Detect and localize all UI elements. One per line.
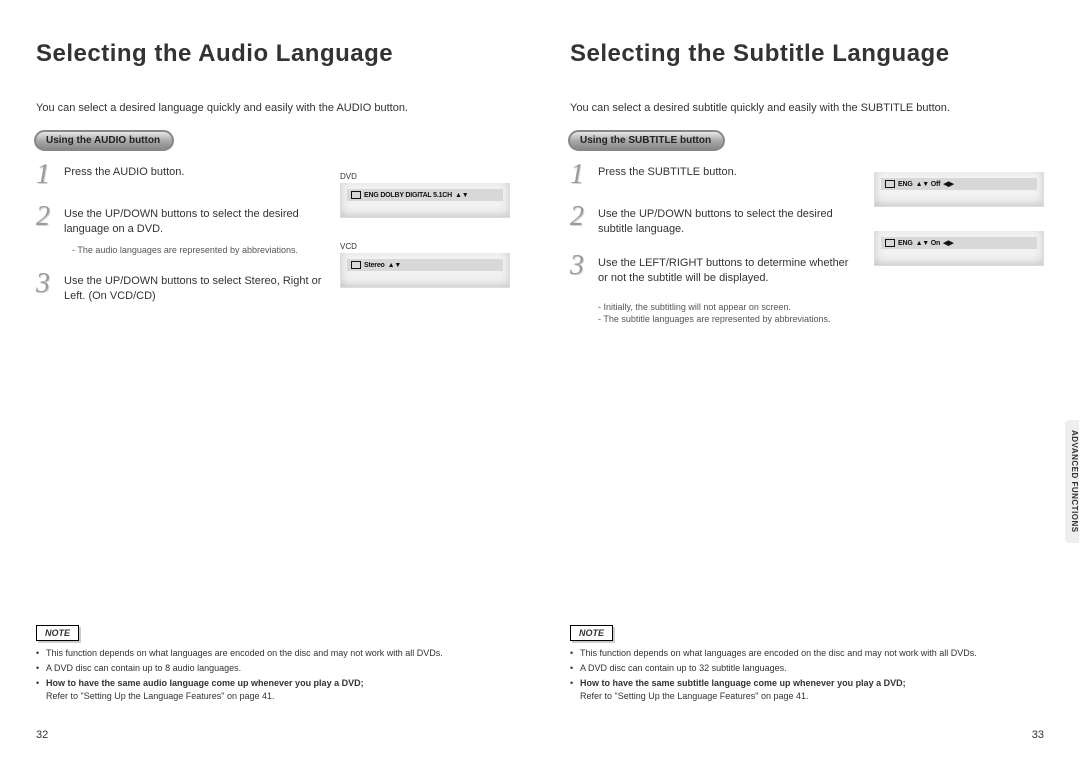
- osd-bar-off: ENG ▲▼ Off ◀▶: [881, 178, 1037, 190]
- page-number-left: 32: [36, 729, 48, 741]
- substeps-right: - Initially, the subtitling will not app…: [598, 301, 860, 325]
- note-label: NOTE: [570, 625, 613, 641]
- note-item: How to have the same audio language come…: [46, 677, 364, 703]
- note-item: How to have the same subtitle language c…: [580, 677, 906, 703]
- leftright-icon: ◀▶: [943, 239, 953, 247]
- note-list: •This function depends on what languages…: [570, 647, 1044, 703]
- note-item: A DVD disc can contain up to 8 audio lan…: [46, 662, 241, 675]
- subtitle-icon: [885, 180, 895, 188]
- screen-label-vcd: VCD: [340, 242, 510, 251]
- screen-sub-on: ENG ▲▼ On ◀▶: [874, 231, 1044, 266]
- speaker-icon: [351, 261, 361, 269]
- steps-col-left: 1 Press the AUDIO button. 2 Use the UP/D…: [36, 161, 326, 305]
- updown-icon: ▲▼: [388, 262, 401, 269]
- screen-label-dvd: DVD: [340, 172, 510, 181]
- section-tab: ADVANCED FUNCTIONS: [1065, 420, 1079, 543]
- osd-text-lang: ENG: [898, 181, 913, 188]
- step-text: Press the AUDIO button.: [64, 161, 184, 180]
- step-3-right: 3 Use the LEFT/RIGHT buttons to determin…: [570, 252, 860, 287]
- page-spread: Selecting the Audio Language You can sel…: [0, 0, 1080, 765]
- section-pill-subtitle: Using the SUBTITLE button: [568, 130, 725, 151]
- osd-text: ENG DOLBY DIGITAL 5.1CH: [364, 192, 452, 199]
- osd-text-lang: ENG: [898, 240, 913, 247]
- updown-icon: ▲▼: [916, 181, 929, 188]
- speaker-icon: [351, 191, 361, 199]
- step-1-left: 1 Press the AUDIO button.: [36, 161, 326, 189]
- step-text: Use the UP/DOWN buttons to select Stereo…: [64, 270, 326, 305]
- title-right: Selecting the Subtitle Language: [570, 40, 1044, 68]
- section-pill-audio: Using the AUDIO button: [34, 130, 174, 151]
- note-item: A DVD disc can contain up to 32 subtitle…: [580, 662, 787, 675]
- intro-left: You can select a desired language quickl…: [36, 102, 510, 114]
- screens-right: ENG ▲▼ Off ◀▶ ENG ▲▼ On ◀▶: [874, 172, 1044, 290]
- updown-icon: ▲▼: [916, 240, 929, 247]
- note-box-left: NOTE •This function depends on what lang…: [36, 623, 510, 705]
- step-num-3-icon: 3: [570, 252, 598, 280]
- leftright-icon: ◀▶: [943, 180, 953, 188]
- step-2-left: 2 Use the UP/DOWN buttons to select the …: [36, 203, 326, 256]
- screen-sub-off: ENG ▲▼ Off ◀▶: [874, 172, 1044, 207]
- step-text: Use the UP/DOWN buttons to select the de…: [64, 203, 326, 256]
- osd-text: Stereo: [364, 262, 385, 269]
- subtitle-icon: [885, 239, 895, 247]
- osd-text-state: On: [931, 240, 940, 247]
- step-text: Press the SUBTITLE button.: [598, 161, 737, 180]
- note-bold: How to have the same subtitle language c…: [580, 678, 906, 688]
- note-sub: Refer to "Setting Up the Language Featur…: [580, 691, 809, 701]
- screen-dvd: ENG DOLBY DIGITAL 5.1CH ▲▼: [340, 183, 510, 218]
- intro-right: You can select a desired subtitle quickl…: [570, 102, 1044, 114]
- note-label: NOTE: [36, 625, 79, 641]
- step-2-right: 2 Use the UP/DOWN buttons to select the …: [570, 203, 860, 238]
- step-1-right: 1 Press the SUBTITLE button.: [570, 161, 860, 189]
- step-num-2-icon: 2: [570, 203, 598, 231]
- step-num-1-icon: 1: [570, 161, 598, 189]
- screens-left: DVD ENG DOLBY DIGITAL 5.1CH ▲▼ VCD Stere…: [340, 172, 510, 312]
- substep-item: - The subtitle languages are represented…: [598, 313, 860, 325]
- step-num-1-icon: 1: [36, 161, 64, 189]
- note-item: This function depends on what languages …: [580, 647, 977, 660]
- screen-vcd: Stereo ▲▼: [340, 253, 510, 288]
- substep: - The audio languages are represented by…: [72, 244, 326, 256]
- page-right: Selecting the Subtitle Language You can …: [540, 0, 1080, 765]
- osd-bar-on: ENG ▲▼ On ◀▶: [881, 237, 1037, 249]
- substep-item: - Initially, the subtitling will not app…: [598, 301, 860, 313]
- step-text-inner: Use the UP/DOWN buttons to select the de…: [64, 208, 299, 235]
- steps-col-right: 1 Press the SUBTITLE button. 2 Use the U…: [570, 161, 860, 325]
- osd-bar-dvd: ENG DOLBY DIGITAL 5.1CH ▲▼: [347, 189, 503, 201]
- note-list: •This function depends on what languages…: [36, 647, 510, 703]
- updown-icon: ▲▼: [455, 192, 468, 199]
- title-left: Selecting the Audio Language: [36, 40, 510, 68]
- page-left: Selecting the Audio Language You can sel…: [0, 0, 540, 765]
- note-bold: How to have the same audio language come…: [46, 678, 364, 688]
- osd-text-state: Off: [931, 181, 941, 188]
- note-sub: Refer to "Setting Up the Language Featur…: [46, 691, 275, 701]
- note-item: This function depends on what languages …: [46, 647, 443, 660]
- step-num-2-icon: 2: [36, 203, 64, 231]
- step-3-left: 3 Use the UP/DOWN buttons to select Ster…: [36, 270, 326, 305]
- osd-bar-vcd: Stereo ▲▼: [347, 259, 503, 271]
- page-number-right: 33: [1032, 729, 1044, 741]
- step-text: Use the UP/DOWN buttons to select the de…: [598, 203, 860, 238]
- step-num-3-icon: 3: [36, 270, 64, 298]
- note-box-right: NOTE •This function depends on what lang…: [570, 623, 1044, 705]
- step-text: Use the LEFT/RIGHT buttons to determine …: [598, 252, 860, 287]
